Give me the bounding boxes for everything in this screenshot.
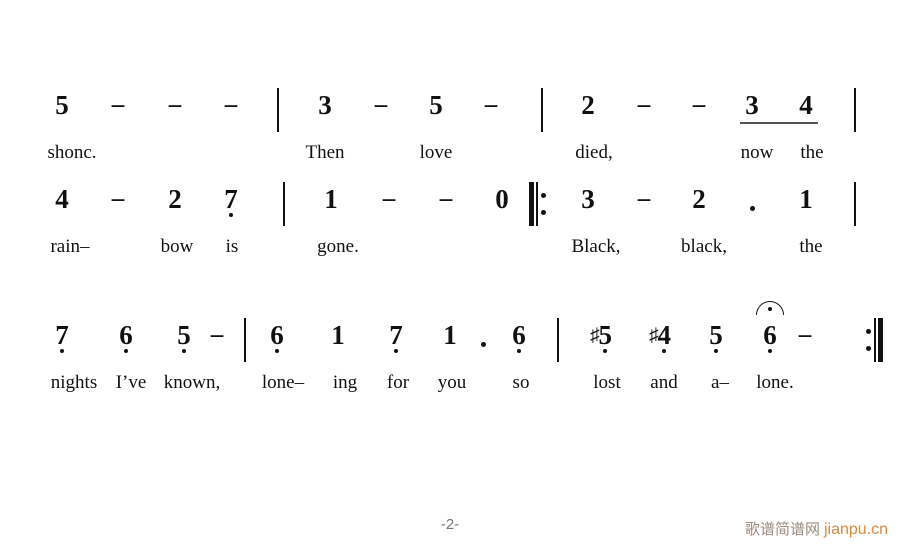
lyrics-row: nights I’ve known, lone– ing for you so lost and a…: [0, 370, 900, 410]
note-number: 6: [750, 301, 790, 353]
note-number: ♯4: [640, 318, 680, 353]
note-number: 7: [42, 318, 82, 353]
note-number: ♯5: [581, 318, 621, 353]
note-number: 5: [55, 90, 69, 120]
lyrics-row: rain– bow is gone. Black, black, the: [0, 234, 900, 274]
note-extension-dash: –: [484, 91, 498, 118]
note-number: 5: [429, 90, 443, 120]
note-number: 6: [499, 318, 539, 353]
repeat-begin-sign: [529, 182, 547, 226]
barline: [557, 318, 559, 362]
note-number: 1: [799, 184, 813, 214]
low-octave-dot: [662, 349, 667, 353]
barline: [283, 182, 285, 226]
note-number: 1: [331, 320, 345, 350]
note-number: 1: [324, 184, 338, 214]
low-octave-dot: [714, 349, 718, 353]
notes-row: 4–2 7 1– –0 3–2 1: [0, 182, 900, 242]
low-octave-dot: [394, 349, 398, 353]
note-extension-dash: –: [111, 185, 125, 212]
watermark-site-url: jianpu.cn: [823, 521, 888, 538]
music-system: 4–2 7 1– –0 3–2 1 rain– bow is gone. Black, black, t…: [0, 182, 900, 282]
repeat-end-sign: [865, 318, 883, 362]
augmentation-dot: [473, 334, 493, 352]
note-extension-dash: –: [168, 91, 182, 118]
barline: [244, 318, 246, 362]
barline: [277, 88, 279, 132]
lyric-syllable: the: [800, 142, 824, 163]
lyric-syllable: so: [512, 372, 530, 393]
barline: [854, 182, 856, 226]
low-octave-dot: [275, 349, 279, 353]
note-extension-dash: –: [382, 185, 396, 212]
note-number: 6: [257, 318, 297, 353]
note-extension-dash: –: [692, 91, 706, 118]
note-number: 3: [318, 90, 332, 120]
lyric-syllable: is: [225, 236, 239, 257]
low-octave-dot: [60, 349, 64, 353]
note-number: 7: [211, 182, 251, 217]
note-extension-dash: –: [374, 91, 388, 118]
sheet-music-page: 5– – –3–5–2– –3 4 shonc. Then love died, now the 4–…: [0, 0, 900, 551]
note-extension-dash: –: [637, 91, 651, 118]
note-number: 2: [692, 184, 706, 214]
augmentation-dot: [742, 198, 762, 216]
low-octave-dot: [603, 349, 608, 353]
note-number: 2: [168, 184, 182, 214]
lyric-syllable: Then: [305, 142, 345, 163]
note-number: 0: [495, 184, 509, 214]
note-extension-dash: –: [798, 321, 812, 348]
note-number: 1: [443, 320, 457, 350]
note-number: 6: [106, 318, 146, 353]
lyric-syllable: lone.: [756, 372, 794, 393]
low-octave-dot: [229, 213, 233, 217]
music-system: 7 6 5–6 1 7 1 6 ♯5 ♯4 5 6– nights I’ve known, lone– ing…: [0, 301, 900, 418]
lyric-syllable: shonc.: [47, 142, 97, 163]
low-octave-dot: [517, 349, 521, 353]
barline: [854, 88, 856, 132]
fermata-icon: [756, 297, 784, 315]
note-number: 7: [376, 318, 416, 353]
note-number: 4: [799, 90, 813, 120]
lyric-syllable: the: [799, 236, 823, 257]
lyric-syllable: known,: [163, 372, 221, 393]
note-number: 5: [696, 318, 736, 353]
notes-row: 7 6 5–6 1 7 1 6 ♯5 ♯4 5 6–: [0, 301, 900, 378]
note-number: 4: [55, 184, 69, 214]
lyric-syllable: love: [419, 142, 453, 163]
notes-row: 5 – – – 3 – 5 – 2 – – 3 4: [0, 88, 900, 148]
low-octave-dot: [182, 349, 186, 353]
low-octave-dot: [768, 349, 772, 353]
beam-underline: [740, 122, 818, 124]
lyrics-row: shonc. Then love died, now the: [0, 140, 900, 180]
note-extension-dash: –: [637, 185, 651, 212]
note-number: 3: [745, 90, 759, 120]
watermark-chinese-text: 歌谱简谱网: [744, 520, 820, 538]
lyric-syllable: gone.: [317, 236, 359, 257]
note-extension-dash: –: [111, 91, 125, 118]
note-extension-dash: –: [439, 185, 453, 212]
note-extension-dash: –: [224, 91, 238, 118]
music-system: 5– – –3–5–2– –3 4 shonc. Then love died, now the: [0, 88, 900, 188]
low-octave-dot: [124, 349, 128, 353]
note-number: 2: [581, 90, 595, 120]
note-extension-dash: –: [210, 321, 224, 348]
lyric-syllable: black,: [681, 236, 727, 257]
lyric-syllable: Black,: [571, 236, 621, 257]
note-number: 3: [581, 184, 595, 214]
lyric-syllable: rain–: [50, 236, 90, 257]
watermark: 歌谱简谱网 jianpu.cn: [745, 519, 888, 540]
lyric-syllable: died,: [575, 142, 613, 163]
barline: [541, 88, 543, 132]
